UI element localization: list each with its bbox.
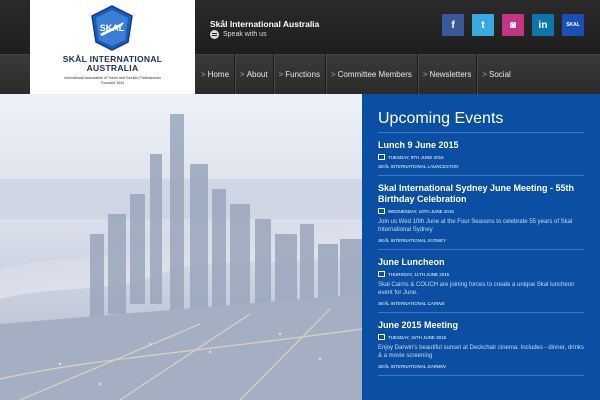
nav-item-functions[interactable]: > Functions [272, 54, 325, 94]
event-title[interactable]: Skal International Sydney June Meeting -… [378, 183, 584, 205]
calendar-icon [378, 154, 385, 160]
nav-item-home[interactable]: > Home [196, 54, 234, 94]
event-item[interactable]: Lunch 9 June 2015 TUESDAY, 9TH JUNE 2015… [378, 133, 584, 176]
speak-with-us-link[interactable]: Speak with us [210, 30, 267, 39]
svg-text:SKAL: SKAL [100, 23, 125, 33]
event-title[interactable]: June Luncheon [378, 257, 584, 268]
nav-item-committee-members[interactable]: > Committee Members [324, 54, 417, 94]
linkedin-icon[interactable]: in [532, 14, 554, 36]
events-heading: Upcoming Events [378, 110, 584, 133]
event-item[interactable]: June Luncheon THURSDAY, 11TH JUNE 2015 S… [378, 250, 584, 313]
event-date-text: TUESDAY, 9TH JUNE 2015 [388, 154, 444, 160]
event-date-text: TUESDAY, 16TH JUNE 2015 [388, 334, 447, 340]
event-date-text: THURSDAY, 11TH JUNE 2015 [388, 271, 450, 277]
event-date: TUESDAY, 16TH JUNE 2015 [378, 334, 584, 340]
nav-item-about[interactable]: > About [234, 54, 273, 94]
event-description: Enjoy Darwin's beautiful sunset at Deckc… [378, 345, 584, 359]
nav-item-newsletters[interactable]: > Newsletters [416, 54, 476, 94]
nav-label: Home [207, 69, 230, 79]
logo-tagline-line2: Founded 1934 [100, 80, 125, 85]
chat-icon [210, 30, 219, 39]
event-location: SKÅL INTERNATIONAL DARWIN [378, 364, 446, 369]
city-skyline-illustration [0, 94, 362, 400]
social-links: f t ◙ in SKAL [442, 14, 584, 36]
chevron-right-icon: > [240, 69, 245, 79]
nav-item-social[interactable]: > Social [476, 54, 515, 94]
twitter-icon[interactable]: t [472, 14, 494, 36]
logo-tagline: International Association of Travel and … [30, 76, 195, 85]
site-logo[interactable]: SKAL SKÅL INTERNATIONAL AUSTRALIA Intern… [30, 0, 195, 94]
nav-label: Committee Members [337, 69, 412, 79]
upcoming-events-panel: Upcoming Events Lunch 9 June 2015 TUESDA… [362, 94, 600, 400]
nav-label: About [246, 69, 268, 79]
instagram-icon[interactable]: ◙ [502, 14, 524, 36]
logo-name-line2: AUSTRALIA [86, 63, 139, 73]
skal-badge-icon: SKAL [91, 5, 133, 51]
event-location: SKÅL INTERNATIONAL SYDNEY [378, 238, 447, 243]
nav-label: Social [489, 69, 511, 79]
site-title[interactable]: Skål International Australia [210, 19, 319, 29]
calendar-icon [378, 271, 385, 277]
event-item[interactable]: Skal International Sydney June Meeting -… [378, 176, 584, 250]
event-date: TUESDAY, 9TH JUNE 2015 [378, 154, 584, 160]
event-location: SKÅL INTERNATIONAL LAUNCESTON [378, 164, 459, 169]
event-title[interactable]: June 2015 Meeting [378, 320, 584, 331]
event-date: WEDNESDAY, 10TH JUNE 2015 [378, 208, 584, 214]
skal-app-icon[interactable]: SKAL [562, 14, 584, 36]
nav-label: Functions [285, 69, 320, 79]
calendar-icon [378, 334, 385, 340]
event-item[interactable]: June 2015 Meeting TUESDAY, 16TH JUNE 201… [378, 313, 584, 376]
calendar-icon [378, 208, 385, 214]
chevron-right-icon: > [482, 69, 488, 79]
chevron-right-icon: > [278, 69, 284, 79]
event-description: Skal Cairns & COUCH are joining forces t… [378, 282, 575, 296]
event-date-text: WEDNESDAY, 10TH JUNE 2015 [388, 208, 454, 214]
event-description: Join us Wed 10th June at the Four Season… [378, 219, 573, 233]
chevron-right-icon: > [422, 69, 428, 79]
hero-city-image [0, 94, 362, 400]
event-title[interactable]: Lunch 9 June 2015 [378, 140, 584, 151]
chevron-right-icon: > [330, 69, 336, 79]
event-location: SKÅL INTERNATIONAL CAIRNS [378, 301, 445, 306]
event-date: THURSDAY, 11TH JUNE 2015 [378, 271, 584, 277]
nav-label: Newsletters [429, 69, 472, 79]
main-nav: > Home > About > Functions > Committee Membe… [196, 54, 516, 94]
chevron-right-icon: > [201, 69, 206, 79]
logo-wordmark: SKÅL INTERNATIONAL AUSTRALIA [30, 55, 195, 73]
facebook-icon[interactable]: f [442, 14, 464, 36]
speak-with-us-label: Speak with us [223, 31, 267, 38]
